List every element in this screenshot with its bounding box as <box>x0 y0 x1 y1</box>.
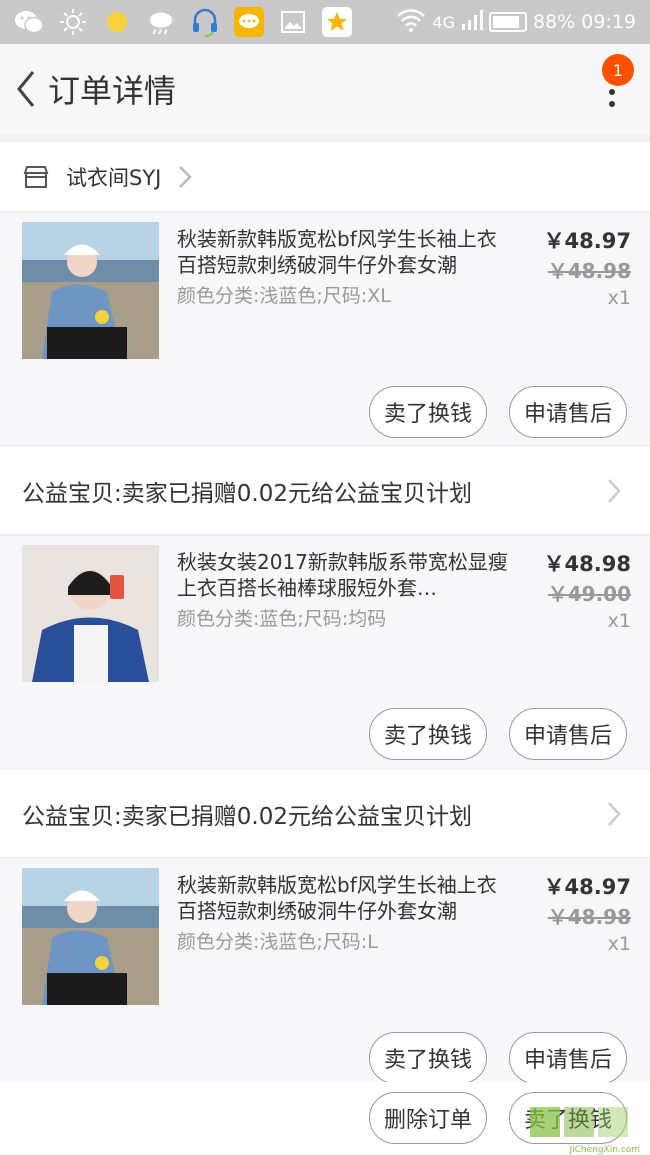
delete-order-button[interactable]: 删除订单 <box>369 1092 487 1144</box>
shop-name: 试衣间SYJ <box>66 165 162 190</box>
product-title[interactable]: 秋装女装2017新款韩版系带宽松显瘦上衣百搭长袖棒球服短外套… <box>177 549 513 601</box>
product-price: ￥48.97 <box>543 875 631 899</box>
status-bar: 4G 88% 09:19 <box>0 0 650 44</box>
original-price: ￥48.98 <box>547 259 631 283</box>
after-sale-button[interactable]: 申请售后 <box>509 1032 627 1084</box>
charity-row[interactable]: 公益宝贝:卖家已捐赠0.02元给公益宝贝计划 <box>0 770 650 858</box>
battery-icon <box>489 12 527 32</box>
product-price: ￥48.98 <box>543 552 631 576</box>
headset-icon <box>190 7 220 37</box>
product-quantity: x1 <box>607 933 631 955</box>
chevron-right-icon <box>608 479 621 503</box>
network-label: 4G <box>432 12 455 32</box>
after-sale-button[interactable]: 申请售后 <box>509 708 627 760</box>
notification-badge: 1 <box>602 54 634 86</box>
charity-text: 公益宝贝:卖家已捐赠0.02元给公益宝贝计划 <box>22 480 472 507</box>
star-app-icon <box>322 7 352 37</box>
product-thumbnail[interactable] <box>22 222 159 359</box>
original-price: ￥48.98 <box>547 905 631 929</box>
bottom-action-bar: 删除订单 卖了换钱 JiChengXin.com <box>0 1082 650 1155</box>
wifi-icon <box>396 8 426 37</box>
sun-icon <box>58 7 88 37</box>
page-title: 订单详情 <box>48 72 177 110</box>
message-app-icon <box>234 7 264 37</box>
charity-text: 公益宝贝:卖家已捐赠0.02元给公益宝贝计划 <box>22 803 472 830</box>
after-sale-button[interactable]: 申请售后 <box>509 386 627 438</box>
watermark-text: JiChengXin.com <box>569 1145 640 1155</box>
product-quantity: x1 <box>607 610 631 632</box>
product-title[interactable]: 秋装新款韩版宽松bf风学生长袖上衣百搭短款刺绣破洞牛仔外套女潮 <box>177 872 513 924</box>
product-sku: 颜色分类:浅蓝色;尺码:XL <box>177 285 391 307</box>
resell-button[interactable]: 卖了换钱 <box>369 386 487 438</box>
product-thumbnail[interactable] <box>22 545 159 682</box>
signal-icon <box>461 9 483 36</box>
shop-row[interactable]: 试衣间SYJ <box>0 142 650 212</box>
original-price: ￥49.00 <box>547 582 631 606</box>
product-sku: 颜色分类:浅蓝色;尺码:L <box>177 931 378 953</box>
order-item[interactable]: 秋装女装2017新款韩版系带宽松显瘦上衣百搭长袖棒球服短外套… 颜色分类:蓝色;… <box>0 536 650 768</box>
back-button[interactable] <box>6 59 46 119</box>
gallery-icon <box>278 7 308 37</box>
yellow-dot-icon <box>102 7 132 37</box>
chevron-left-icon <box>17 71 35 107</box>
battery-fill <box>493 16 520 28</box>
product-thumbnail[interactable] <box>22 868 159 1005</box>
battery-percent: 88% <box>533 11 576 33</box>
shop-icon <box>23 165 49 188</box>
product-title[interactable]: 秋装新款韩版宽松bf风学生长袖上衣百搭短款刺绣破洞牛仔外套女潮 <box>177 226 513 278</box>
chevron-right-icon <box>608 802 621 826</box>
charity-row[interactable]: 公益宝贝:卖家已捐赠0.02元给公益宝贝计划 <box>0 447 650 535</box>
wechat-icon <box>14 7 44 37</box>
product-quantity: x1 <box>607 287 631 309</box>
product-sku: 颜色分类:蓝色;尺码:均码 <box>177 608 387 630</box>
order-item[interactable]: 秋装新款韩版宽松bf风学生长袖上衣百搭短款刺绣破洞牛仔外套女潮 颜色分类:浅蓝色… <box>0 213 650 445</box>
nav-header: 订单详情 1 <box>0 44 650 134</box>
product-price: ￥48.97 <box>543 229 631 253</box>
clock: 09:19 <box>581 11 636 33</box>
resell-button[interactable]: 卖了换钱 <box>369 708 487 760</box>
resell-button[interactable]: 卖了换钱 <box>369 1032 487 1084</box>
weather-icon <box>146 7 176 37</box>
order-item[interactable]: 秋装新款韩版宽松bf风学生长袖上衣百搭短款刺绣破洞牛仔外套女潮 颜色分类:浅蓝色… <box>0 859 650 1084</box>
chevron-right-icon <box>179 165 193 188</box>
